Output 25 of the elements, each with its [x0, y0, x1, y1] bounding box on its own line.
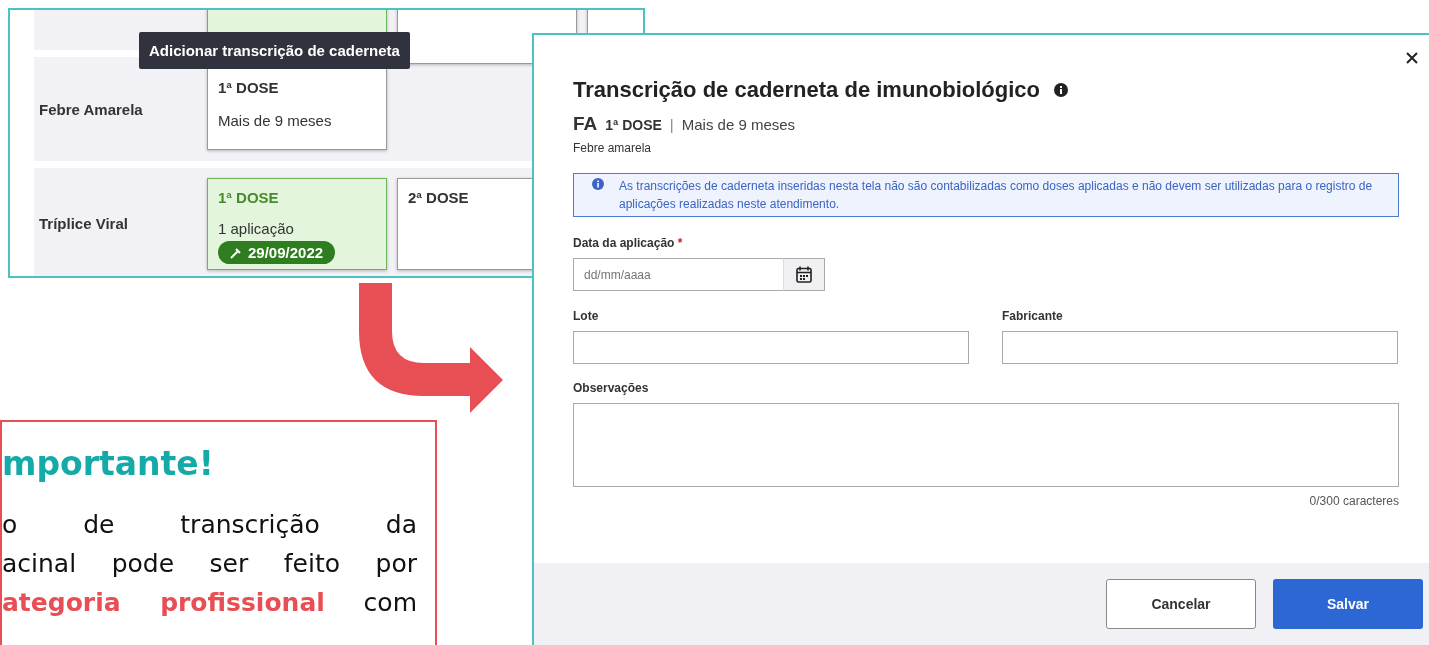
tooltip: Adicionar transcrição de caderneta — [139, 32, 410, 69]
field-label: Lote — [573, 309, 600, 323]
note-text: acinal pode ser feito por — [2, 548, 417, 580]
dialog-title: Transcrição de caderneta de imunobiológico — [573, 77, 1040, 103]
vaccine-name: Febre Amarela — [38, 100, 144, 118]
field-label: Fabricante — [1002, 309, 1064, 323]
dose-label: 1ª DOSE — [218, 189, 280, 206]
dose-label: 2ª DOSE — [408, 189, 470, 206]
note-text: o de transcrição da — [2, 509, 417, 541]
info-alert: As transcrições de caderneta inseridas nesta tela não são contabilizadas como doses aplicadas e não devem ser utilizadas para o registro de aplicações realizadas neste atendimento. — [573, 173, 1399, 217]
age-text: Mais de 9 meses — [681, 116, 796, 133]
dose-label: 1ª DOSE — [605, 117, 662, 133]
vaccine-code: FA — [573, 113, 598, 135]
vaccine-name: Tríplice Viral — [38, 214, 129, 232]
field-label: Observações — [573, 381, 650, 395]
character-counter: 0/300 caracteres — [1308, 494, 1399, 508]
dose-label: 1ª DOSE — [218, 79, 280, 96]
note-text: ategoria profissional com — [2, 587, 417, 619]
date-badge: 29/09/2022 — [218, 241, 336, 264]
note-title: mportante! — [2, 444, 215, 483]
vaccine-name: Febre amarela — [573, 141, 653, 155]
required-mark: * — [677, 236, 683, 250]
dose-detail: 1 aplicação — [218, 220, 295, 237]
separator-text: | — [669, 116, 674, 133]
dose-detail: Mais de 9 meses — [218, 112, 333, 129]
